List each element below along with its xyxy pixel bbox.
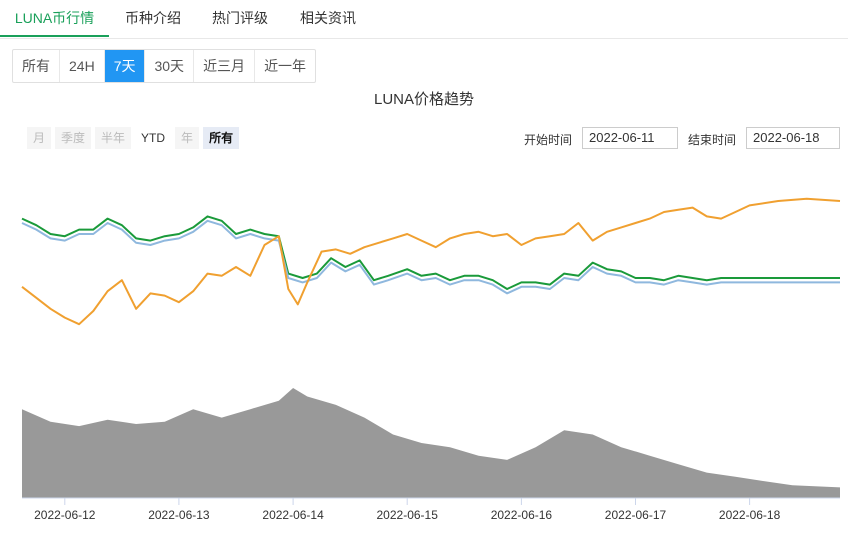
x-tick-label: 2022-06-14 bbox=[262, 508, 324, 522]
x-tick-label: 2022-06-15 bbox=[377, 508, 439, 522]
series-line-orange bbox=[21, 197, 841, 326]
x-tick-label: 2022-06-12 bbox=[34, 508, 96, 522]
x-tick-label: 2022-06-18 bbox=[719, 508, 781, 522]
series-line-blue bbox=[21, 219, 840, 295]
price-chart[interactable]: 2022-06-12 2022-06-13 2022-06-14 2022-06-15… bbox=[0, 0, 848, 541]
x-tick-label: 2022-06-16 bbox=[491, 508, 553, 522]
volume-area bbox=[22, 388, 840, 498]
x-tick-label: 2022-06-17 bbox=[605, 508, 667, 522]
x-tick-label: 2022-06-13 bbox=[148, 508, 210, 522]
